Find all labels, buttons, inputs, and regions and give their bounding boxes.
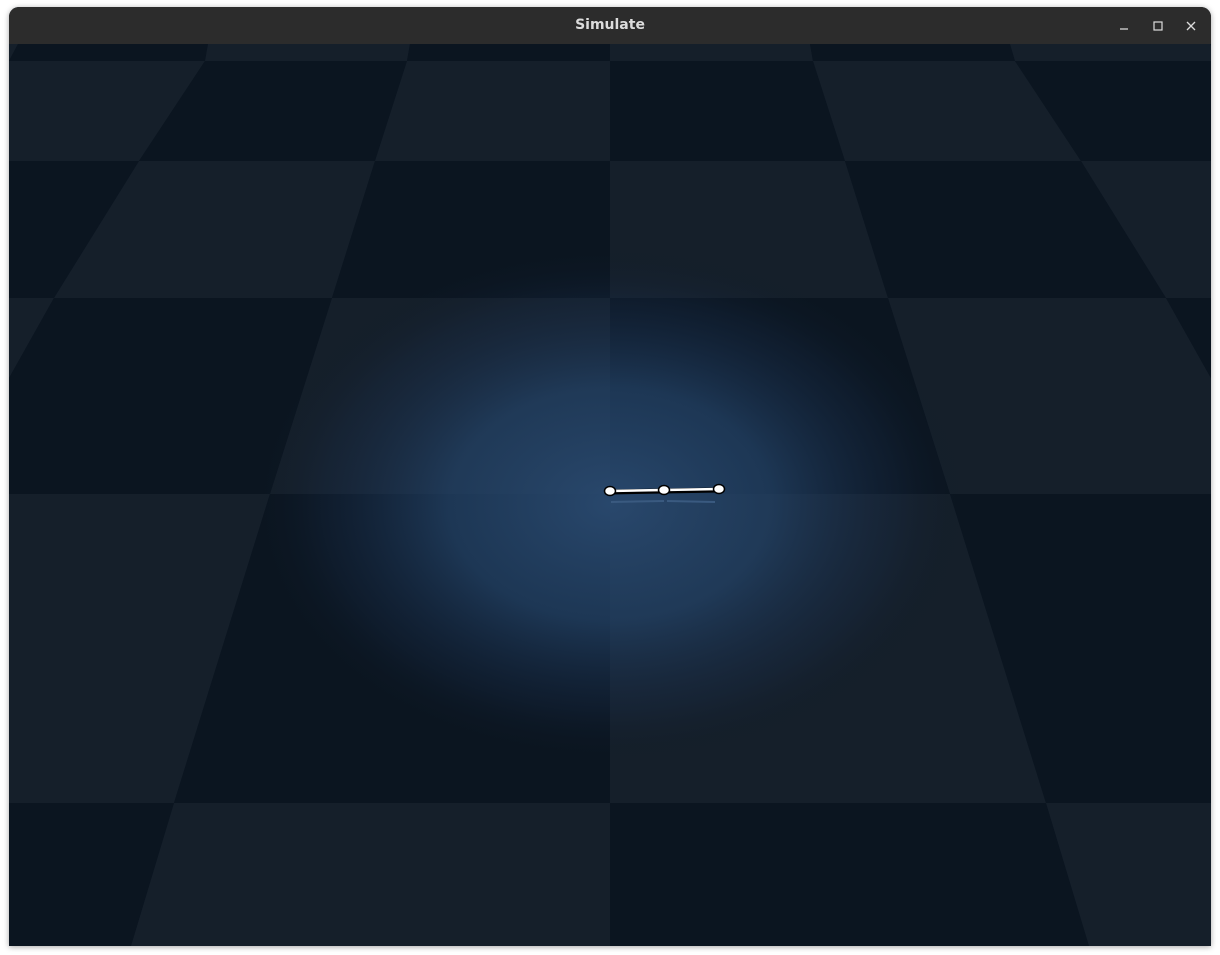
segment-1[interactable] <box>609 488 665 493</box>
window-title: Simulate <box>575 17 645 33</box>
simulate-window: Simulate <box>9 7 1211 946</box>
title-bar[interactable]: Simulate <box>9 7 1211 45</box>
joint-1[interactable] <box>603 485 617 497</box>
joint-2[interactable] <box>657 484 671 496</box>
joint-3[interactable] <box>712 483 726 495</box>
simulation-viewport[interactable] <box>9 44 1211 946</box>
model-shadow-segment-1 <box>610 500 665 503</box>
close-button[interactable] <box>1179 14 1203 38</box>
minimize-icon <box>1118 20 1130 32</box>
close-icon <box>1185 20 1197 32</box>
segment-2[interactable] <box>663 487 720 492</box>
maximize-button[interactable] <box>1146 14 1170 38</box>
model-shadow-segment-2 <box>666 500 716 503</box>
minimize-button[interactable] <box>1112 14 1136 38</box>
maximize-icon <box>1152 20 1164 32</box>
scene-canvas <box>9 44 1211 946</box>
